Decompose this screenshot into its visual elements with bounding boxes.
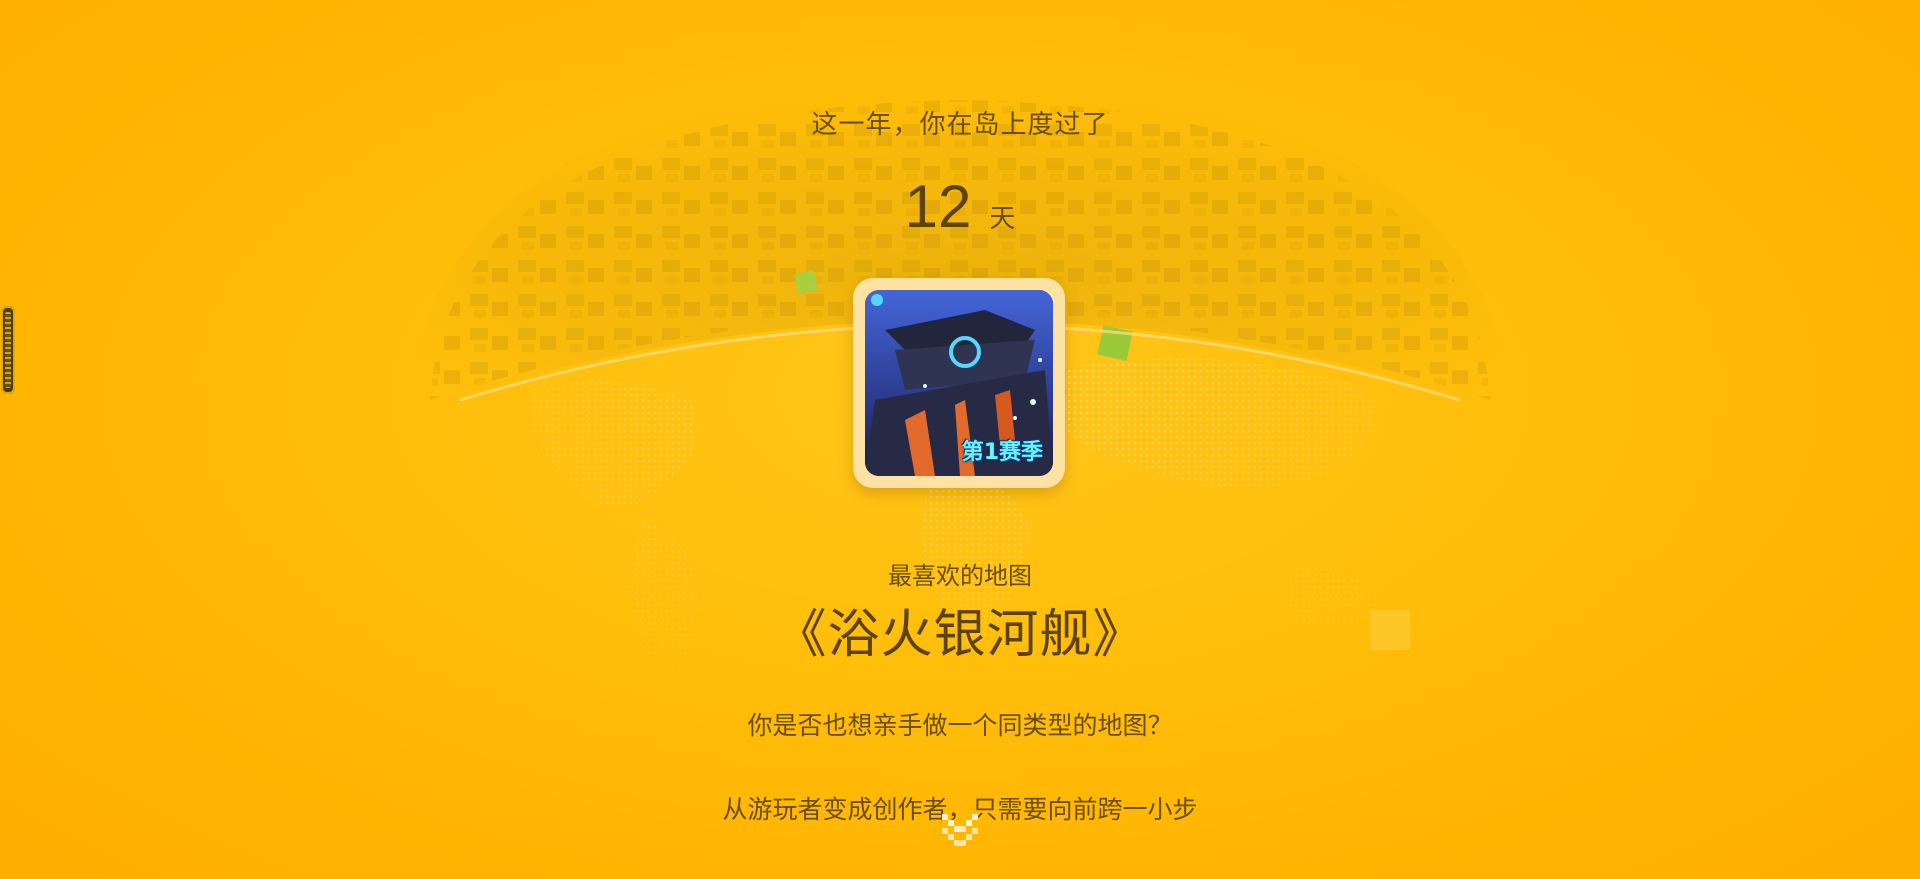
map-artwork: 第1赛季 bbox=[865, 290, 1053, 476]
days-unit: 天 bbox=[989, 204, 1016, 234]
chevron-down-icon[interactable] bbox=[936, 808, 984, 856]
season-badge: 第1赛季 bbox=[961, 440, 1043, 465]
creator-question: 你是否也想亲手做一个同类型的地图？ bbox=[747, 711, 1173, 740]
favorite-map-thumbnail[interactable]: 第1赛季 bbox=[853, 278, 1065, 488]
summary-panel: 这一年，你在岛上度过了 12 天 第1赛季 最喜欢的地图 《浴火银河舰》 你是否… bbox=[0, 0, 1920, 879]
favorite-map-label: 最喜欢的地图 bbox=[888, 562, 1032, 590]
days-value: 12 bbox=[904, 173, 972, 240]
days-spent: 12 天 bbox=[0, 172, 1920, 241]
intro-text: 这一年，你在岛上度过了 bbox=[811, 110, 1109, 140]
favorite-map-title: 《浴火银河舰》 bbox=[774, 605, 1146, 665]
